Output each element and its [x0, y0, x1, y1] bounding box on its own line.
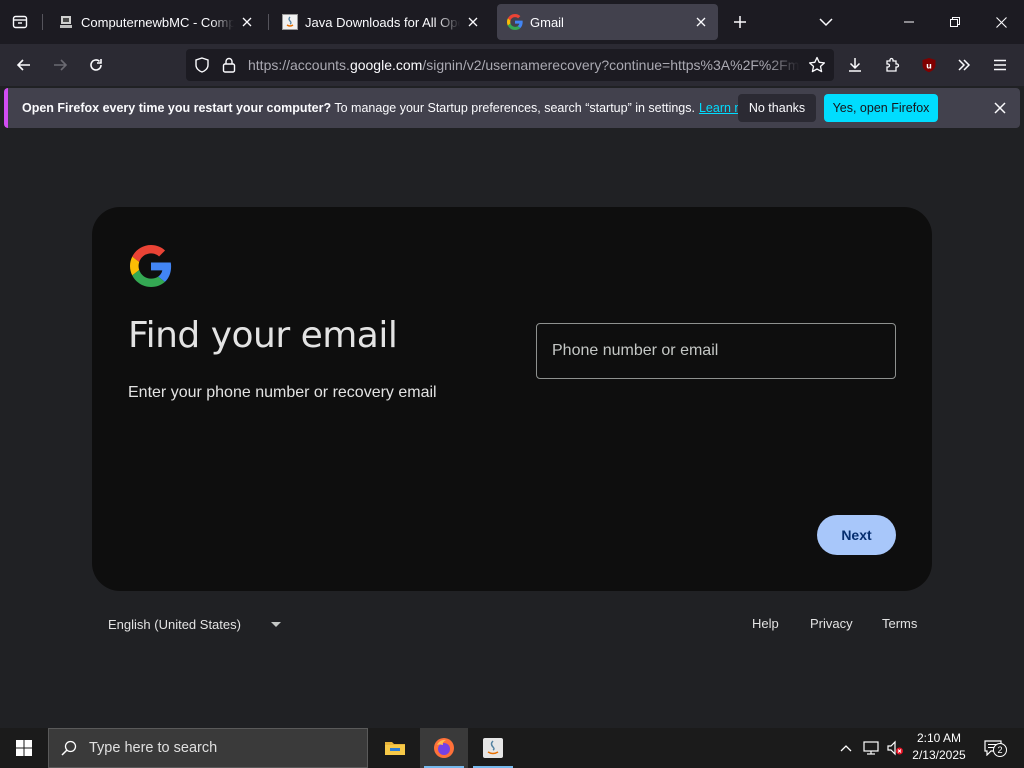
- clock-date: 2/13/2025: [912, 748, 966, 762]
- folder-icon: [385, 742, 405, 755]
- ublock-shield-icon: u: [922, 58, 936, 73]
- phone-or-email-field[interactable]: [536, 323, 896, 379]
- tab-title: Gmail: [530, 14, 564, 30]
- terms-link[interactable]: Terms: [882, 614, 917, 634]
- close-icon: [994, 102, 1006, 114]
- language-label: English (United States): [108, 616, 241, 632]
- bookmark-star-icon[interactable]: [808, 56, 826, 79]
- new-tab-button[interactable]: [724, 6, 756, 38]
- page-title: Find your email: [128, 315, 398, 356]
- minimize-button[interactable]: [886, 0, 932, 44]
- app-menu-button[interactable]: [984, 49, 1016, 81]
- google-logo-icon: [130, 245, 172, 287]
- url-domain: google.com: [349, 57, 423, 73]
- tab-strip: ComputernewbMC - Computer Java Downloads…: [0, 0, 1024, 44]
- startup-notification-bar: Open Firefox every time you restart your…: [4, 88, 1020, 128]
- close-tab-icon[interactable]: [238, 13, 256, 31]
- signin-card: Find your email Enter your phone number …: [92, 207, 932, 591]
- double-chevron-right-icon: [958, 59, 971, 71]
- windows-taskbar: Type here to search 2:10 AM 2/13/2025 2: [0, 728, 1024, 768]
- firefox-view-button[interactable]: [4, 6, 36, 38]
- close-notification-button[interactable]: [988, 96, 1012, 120]
- reload-icon: [90, 59, 102, 71]
- tab-separator: [42, 14, 43, 30]
- computernewb-favicon-icon: [58, 14, 74, 30]
- notification-text: To manage your Startup preferences, sear…: [331, 101, 695, 115]
- show-hidden-icons-button[interactable]: [836, 728, 856, 768]
- tab-java-downloads[interactable]: Java Downloads for All Operating: [272, 4, 490, 40]
- ublock-origin-button[interactable]: u: [913, 49, 945, 81]
- notification-bold-text: Open Firefox every time you restart your…: [22, 101, 332, 115]
- list-all-tabs-button[interactable]: [810, 6, 842, 38]
- url-prefix: https://accounts.: [248, 57, 350, 73]
- arrow-left-icon: [16, 59, 30, 71]
- tab-gmail[interactable]: Gmail: [497, 4, 718, 40]
- forward-button[interactable]: [44, 49, 76, 81]
- caret-down-icon: [270, 621, 281, 627]
- next-button[interactable]: Next: [817, 515, 896, 555]
- firefox-view-icon: [12, 15, 28, 29]
- java-taskbar-button[interactable]: [469, 728, 517, 768]
- taskbar-clock[interactable]: 2:10 AM 2/13/2025: [906, 730, 972, 764]
- privacy-link[interactable]: Privacy: [810, 614, 853, 634]
- tab-title: ComputernewbMC - Computer: [81, 14, 234, 30]
- back-button[interactable]: [8, 49, 40, 81]
- downloads-button[interactable]: [839, 49, 871, 81]
- google-favicon-icon: [507, 14, 523, 30]
- network-icon: [863, 741, 879, 755]
- arrow-right-icon: [54, 59, 68, 71]
- svg-text:u: u: [926, 62, 932, 71]
- yes-open-firefox-button[interactable]: Yes, open Firefox: [824, 94, 938, 122]
- taskbar-search-box[interactable]: Type here to search: [48, 728, 368, 768]
- java-favicon-icon: [282, 14, 298, 30]
- download-icon: [849, 58, 861, 72]
- restore-button[interactable]: [932, 0, 978, 44]
- windows-logo-icon: [16, 740, 32, 756]
- url-bar[interactable]: https://accounts.google.com/signin/v2/us…: [186, 49, 834, 81]
- help-link[interactable]: Help: [752, 614, 779, 634]
- hamburger-menu-icon: [994, 59, 1006, 71]
- volume-tray-button[interactable]: [884, 728, 906, 768]
- navigation-toolbar: https://accounts.google.com/signin/v2/us…: [0, 44, 1024, 107]
- tab-title: Java Downloads for All Operating: [305, 14, 460, 30]
- chevron-down-icon: [819, 18, 833, 27]
- close-icon: [995, 16, 1007, 28]
- page-content: Find your email Enter your phone number …: [0, 130, 1024, 728]
- close-tab-icon[interactable]: [692, 13, 710, 31]
- more-tools-button[interactable]: [948, 49, 980, 81]
- minimize-icon: [904, 21, 914, 23]
- chevron-up-icon: [840, 745, 852, 752]
- lock-icon[interactable]: [222, 57, 236, 78]
- restore-icon: [950, 17, 960, 27]
- extensions-button[interactable]: [876, 49, 908, 81]
- notification-message: Open Firefox every time you restart your…: [22, 88, 763, 128]
- tracking-protection-shield-icon[interactable]: [194, 57, 210, 78]
- close-tab-icon[interactable]: [464, 13, 482, 31]
- language-selector[interactable]: English (United States): [108, 614, 281, 634]
- search-placeholder: Type here to search: [89, 740, 218, 756]
- tab-computernewb[interactable]: ComputernewbMC - Computer: [48, 4, 264, 40]
- file-explorer-taskbar-button[interactable]: [371, 728, 419, 768]
- search-icon: [61, 740, 77, 756]
- url-text[interactable]: https://accounts.google.com/signin/v2/us…: [248, 49, 800, 81]
- clock-time: 2:10 AM: [916, 731, 962, 745]
- close-window-button[interactable]: [978, 0, 1024, 44]
- notification-count-badge: 2: [993, 743, 1007, 757]
- firefox-icon: [434, 738, 454, 758]
- page-subtitle: Enter your phone number or recovery emai…: [128, 384, 437, 401]
- speaker-muted-icon: [887, 740, 903, 756]
- plus-icon: [734, 16, 746, 28]
- tab-separator: [268, 14, 269, 30]
- firefox-taskbar-button[interactable]: [420, 728, 468, 768]
- start-button[interactable]: [0, 728, 48, 768]
- java-icon: [483, 738, 503, 758]
- network-tray-button[interactable]: [860, 728, 882, 768]
- url-suffix: /signin/v2/usernamerecovery?continue=htt…: [422, 57, 800, 73]
- no-thanks-button[interactable]: No thanks: [738, 94, 816, 122]
- reload-button[interactable]: [80, 49, 112, 81]
- puzzle-piece-icon: [886, 57, 900, 72]
- phone-or-email-input[interactable]: [537, 324, 895, 378]
